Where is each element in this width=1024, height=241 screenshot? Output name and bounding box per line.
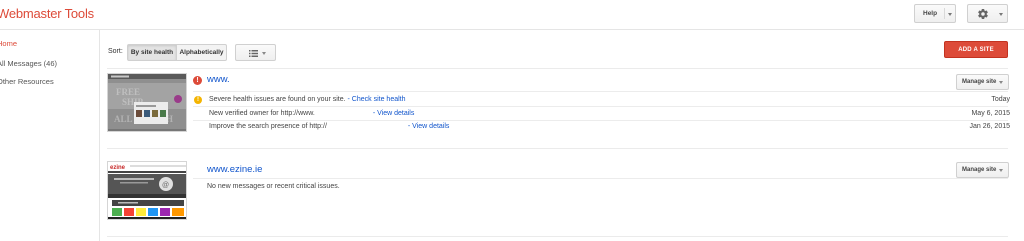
view-options-button[interactable]: [235, 44, 276, 61]
message-item: Improve the search presence of http:// - …: [209, 123, 449, 130]
site-link[interactable]: www.ezine.ie: [207, 164, 262, 175]
add-site-button[interactable]: ADD A SITE: [944, 41, 1008, 58]
site-screenshot-image: ezine @: [108, 162, 186, 219]
error-icon: !: [193, 76, 202, 85]
message-date: Jan 26, 2015: [969, 123, 1010, 130]
chevron-down-icon: [948, 13, 952, 16]
manage-site-button[interactable]: Manage site: [956, 74, 1009, 90]
site-screenshot-image: FREE SHIP ALL H: [108, 74, 186, 131]
sort-label: Sort:: [108, 48, 123, 55]
manage-site-label: Manage site: [962, 167, 997, 173]
webmaster-tools-dashboard: Webmaster Tools Help Home All Messages (…: [0, 0, 1024, 241]
view-details-link[interactable]: - View details: [373, 110, 415, 117]
message-text: Improve the search presence of http://: [209, 123, 327, 130]
manage-site-button[interactable]: Manage site: [956, 162, 1009, 178]
header-divider: [0, 29, 1024, 30]
app-title[interactable]: Webmaster Tools: [0, 6, 94, 21]
message-divider: [193, 120, 1008, 121]
site-thumbnail[interactable]: FREE SHIP ALL H: [107, 73, 187, 132]
warning-icon: !: [194, 96, 202, 104]
chevron-down-icon: [999, 81, 1003, 84]
manage-site-label: Manage site: [962, 79, 997, 85]
message-divider: [193, 106, 1008, 107]
message-item: New verified owner for http://www. - View…: [209, 110, 414, 117]
sidebar: Home All Messages (46) Other Resources: [0, 30, 100, 241]
message-item: Severe health issues are found on your s…: [209, 96, 406, 103]
sort-by-site-health-button[interactable]: By site health: [127, 44, 177, 61]
button-separator: [944, 8, 945, 19]
chevron-down-icon: [999, 13, 1003, 16]
site-row-divider: [107, 236, 1008, 237]
help-button[interactable]: Help: [914, 4, 956, 23]
svg-text:@: @: [162, 182, 169, 189]
settings-button[interactable]: [967, 4, 1008, 23]
site-thumbnail[interactable]: ezine @: [107, 161, 187, 220]
message-date: Today: [991, 96, 1010, 103]
site-link[interactable]: www.: [207, 74, 230, 85]
help-label: Help: [923, 10, 938, 17]
sidebar-item-home[interactable]: Home: [0, 39, 17, 48]
sidebar-item-other-resources[interactable]: Other Resources: [0, 77, 54, 86]
message-divider: [193, 178, 1008, 179]
site-row-divider: [107, 148, 1008, 149]
message-date: May 6, 2015: [971, 110, 1010, 117]
message-text: Severe health issues are found on your s…: [209, 96, 348, 103]
view-details-link[interactable]: - View details: [408, 123, 450, 130]
sort-alphabetically-button[interactable]: Alphabetically: [176, 44, 227, 61]
svg-text:ALL: ALL: [114, 114, 133, 124]
sidebar-item-all-messages[interactable]: All Messages (46): [0, 59, 57, 68]
chevron-down-icon: [999, 169, 1003, 172]
message-item: No new messages or recent critical issue…: [207, 183, 340, 190]
svg-text:FREE: FREE: [116, 87, 140, 97]
message-text: New verified owner for http://www.: [209, 110, 315, 117]
list-view-icon: [249, 50, 258, 57]
check-site-health-link[interactable]: - Check site health: [348, 96, 406, 103]
svg-text:ezine: ezine: [110, 165, 126, 171]
chevron-down-icon: [262, 52, 266, 55]
list-top-divider: [107, 68, 1008, 69]
gear-icon: [978, 9, 988, 20]
message-divider: [193, 91, 1008, 92]
